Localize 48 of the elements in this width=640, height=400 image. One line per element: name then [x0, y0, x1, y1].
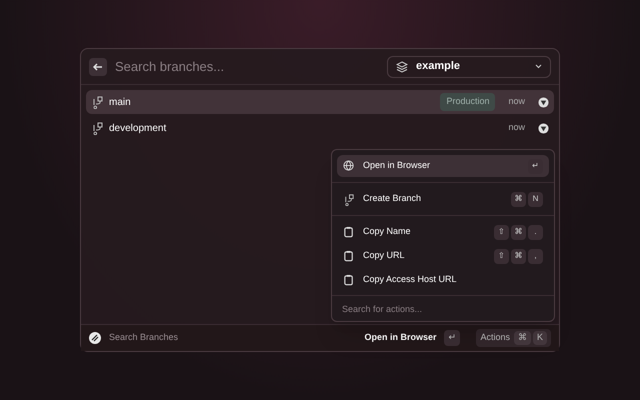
footer-title: Search Branches — [109, 331, 180, 344]
globe-icon — [343, 160, 355, 172]
clipboard-icon — [343, 226, 355, 238]
action-label: Copy Name — [363, 225, 412, 238]
branch-icon — [343, 192, 355, 206]
action-label: Copy URL — [363, 249, 406, 262]
back-arrow-icon — [93, 62, 103, 72]
shortcut-key: ⇧ — [494, 224, 509, 240]
shortcut-key: ⌘ — [511, 248, 526, 264]
updated-time: now — [508, 121, 525, 134]
branch-name: main — [109, 96, 132, 110]
chevron-down-icon — [535, 64, 542, 69]
updated-time: now — [508, 95, 525, 108]
clipboard-icon — [343, 250, 355, 262]
action-label: Create Branch — [363, 192, 422, 206]
action-item[interactable]: Create Branch ⌘ N — [337, 188, 549, 210]
shortcut-key: N — [528, 192, 543, 206]
shortcut-key: ⇧ — [494, 248, 509, 264]
back-button[interactable] — [89, 58, 107, 76]
shortcut-key: ⌘ — [511, 224, 526, 240]
action-item[interactable]: Copy URL ⇧ ⌘ , — [337, 245, 549, 267]
action-label: Open in Browser — [363, 159, 432, 172]
branch-icon — [91, 95, 104, 109]
shortcut-key: , — [528, 248, 543, 264]
enter-key: ↵ — [444, 330, 460, 346]
shortcut-key: . — [528, 224, 543, 240]
clipboard-icon — [343, 274, 355, 286]
project-dropdown[interactable]: example — [387, 56, 551, 78]
open-in-browser-button[interactable]: Open in Browser — [364, 331, 436, 345]
layers-icon — [396, 60, 408, 72]
action-search-field[interactable]: Search for actions... — [332, 295, 554, 321]
app-logo-icon — [89, 332, 101, 344]
action-item[interactable]: Open in Browser ↵ — [337, 155, 549, 177]
project-name: example — [416, 59, 462, 74]
shortcut-key: ⌘ — [511, 192, 526, 206]
avatar-icon — [538, 96, 549, 108]
avatar-icon — [538, 122, 549, 134]
actions-button[interactable]: Actions ⌘ K — [476, 329, 551, 347]
action-item[interactable]: Copy Name ⇧ ⌘ . — [337, 221, 549, 243]
environment-badge: Production — [440, 93, 496, 111]
action-label: Copy Access Host URL — [363, 273, 458, 286]
branch-name: development — [109, 122, 168, 136]
branch-row[interactable]: development now — [86, 116, 554, 140]
shortcut-key: ↵ — [528, 158, 543, 174]
search-field[interactable]: Search branches... — [115, 56, 379, 76]
branch-row[interactable]: main Production now — [86, 90, 554, 114]
action-item[interactable]: Copy Access Host URL — [337, 269, 549, 291]
branch-icon — [91, 121, 104, 135]
